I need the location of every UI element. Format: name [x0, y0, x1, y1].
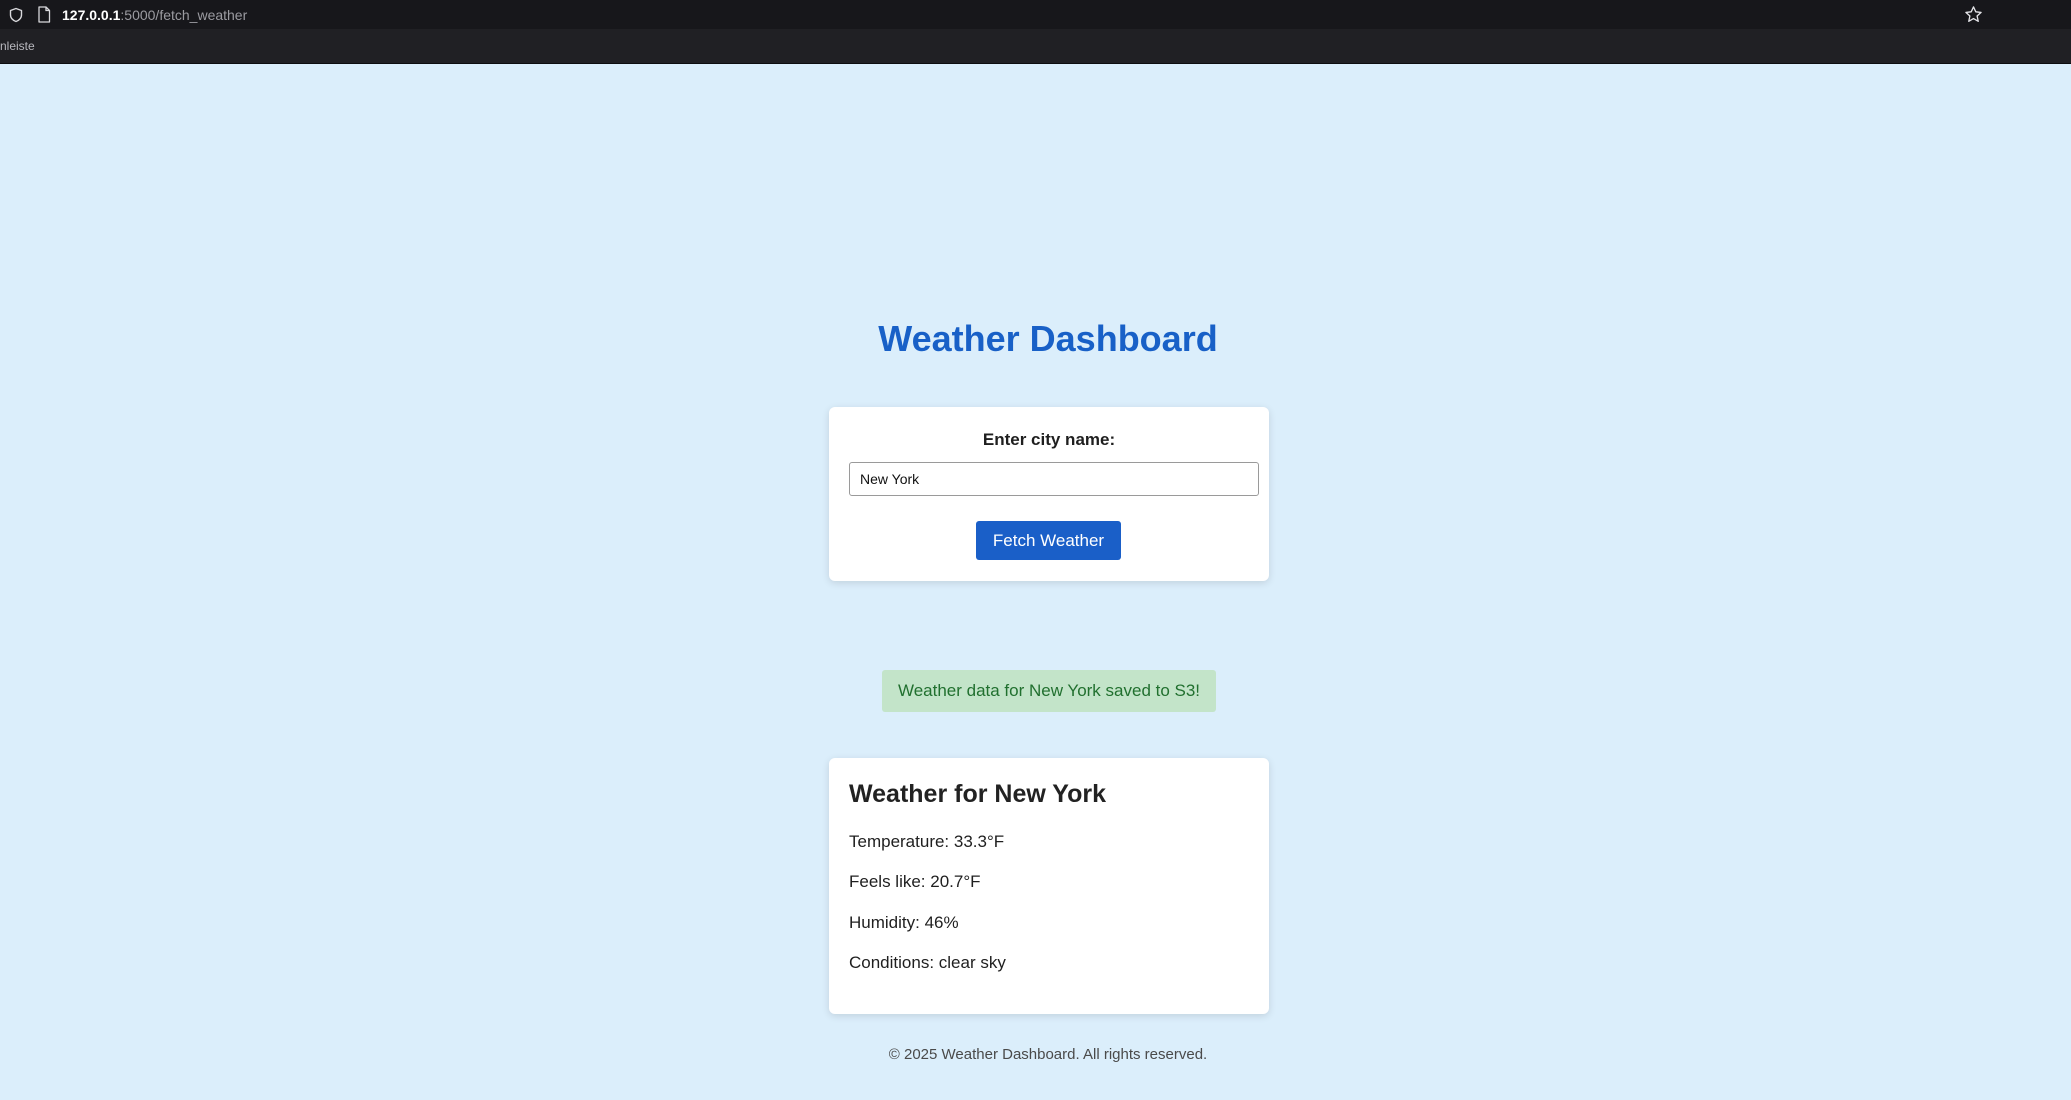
- fetch-weather-button[interactable]: Fetch Weather: [976, 521, 1121, 560]
- city-input-label: Enter city name:: [982, 430, 1116, 449]
- url-path: :5000/fetch_weather: [120, 7, 248, 23]
- page-icon: [38, 6, 51, 23]
- city-form-card: Enter city name: Fetch Weather: [829, 407, 1269, 581]
- temperature-text: Temperature: 33.3°F: [849, 832, 1005, 851]
- feels-like-text: Feels like: 20.7°F: [849, 872, 981, 891]
- humidity-text: Humidity: 46%: [849, 913, 959, 932]
- bookmarks-bar: nleiste: [0, 29, 2071, 64]
- bookmark-star-icon[interactable]: [1964, 5, 1983, 24]
- city-input[interactable]: [849, 462, 1259, 496]
- weather-result-card: Weather for New York Temperature: 33.3°F…: [829, 758, 1269, 1014]
- toolbar-edge: [1990, 0, 2071, 29]
- page-title: Weather Dashboard: [878, 318, 1218, 359]
- success-alert: Weather data for New York saved to S3!: [882, 670, 1216, 712]
- conditions-text: Conditions: clear sky: [849, 953, 1006, 972]
- browser-url-bar: 127.0.0.1:5000/fetch_weather: [0, 0, 1990, 29]
- result-heading: Weather for New York: [849, 780, 1107, 808]
- url-host: 127.0.0.1: [62, 7, 121, 23]
- address-field[interactable]: 127.0.0.1:5000/fetch_weather: [62, 7, 247, 23]
- page-footer: © 2025 Weather Dashboard. All rights res…: [888, 1046, 1208, 1063]
- shield-icon[interactable]: [8, 7, 24, 23]
- bookmarks-bar-label[interactable]: nleiste: [0, 39, 35, 53]
